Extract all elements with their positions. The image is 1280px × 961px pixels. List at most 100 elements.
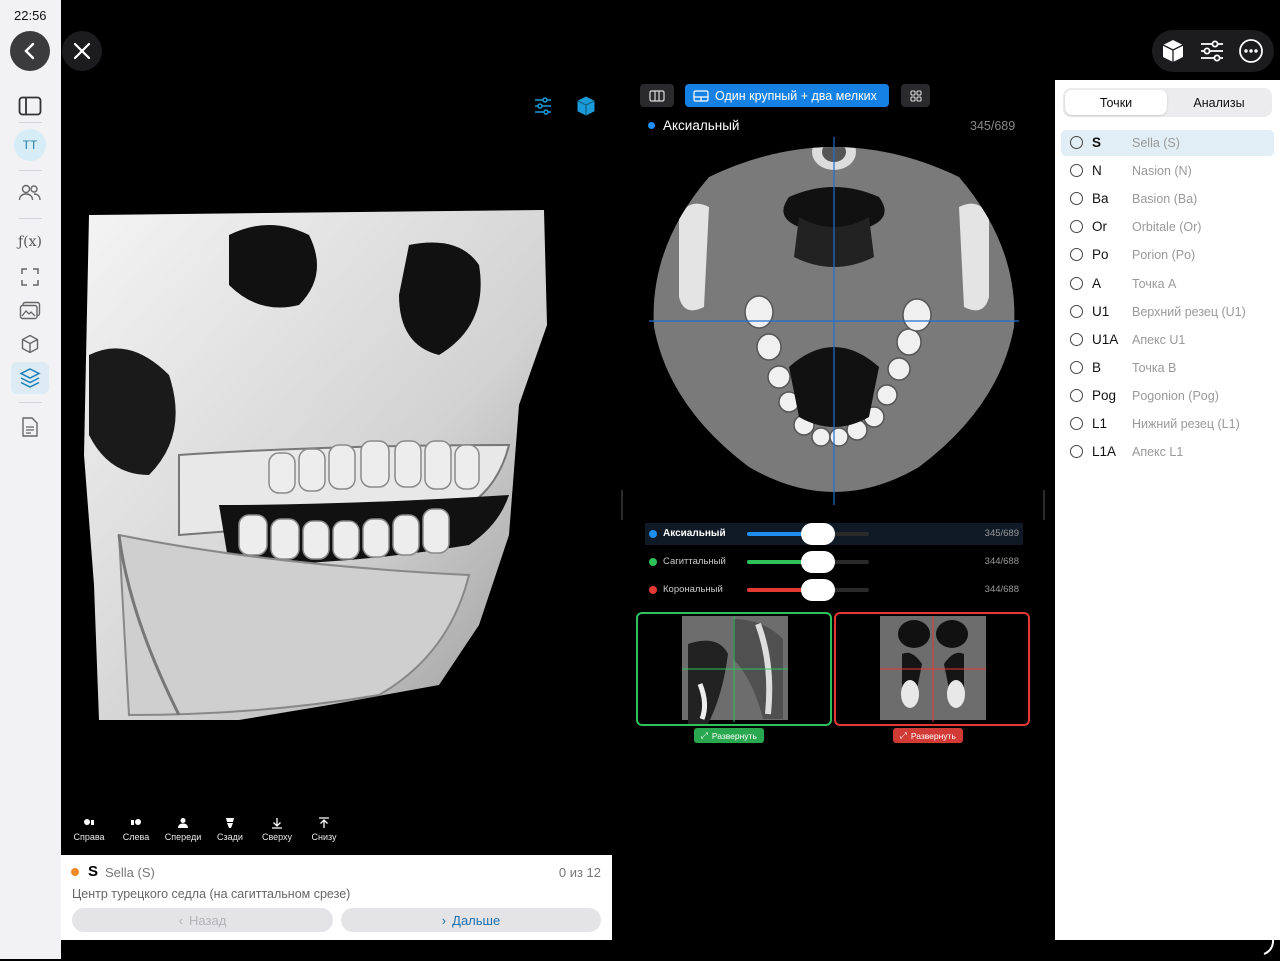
function-icon[interactable]: ƒ(x) <box>15 227 45 257</box>
expand-sagittal-button[interactable]: ⤢ Развернуть <box>694 728 764 743</box>
coronal-slider-knob[interactable] <box>801 579 835 601</box>
chevron-right-icon: › <box>441 912 447 928</box>
point-code: L1A <box>1092 444 1117 460</box>
point-radio[interactable] <box>1070 136 1083 149</box>
layers-icon[interactable] <box>15 363 45 393</box>
point-row-or[interactable]: Or Orbitale (Or) <box>1061 214 1274 240</box>
point-name: Basion (Ba) <box>1132 192 1198 207</box>
coronal-slider-fill <box>747 588 808 592</box>
point-code: Pog <box>1092 387 1117 403</box>
point-radio[interactable] <box>1070 304 1083 318</box>
axial-slice-view[interactable] <box>649 137 1019 505</box>
view-left-button[interactable]: Слева <box>113 817 159 842</box>
point-code: S <box>1092 135 1102 150</box>
sagittal-slider-dot <box>649 558 657 566</box>
axial-slider-row[interactable]: Аксиальный 345/689 <box>645 523 1023 545</box>
point-radio[interactable] <box>1070 360 1083 374</box>
resize-corner-icon <box>1263 937 1275 955</box>
point-code: N <box>1092 163 1102 179</box>
point-name: Nasion (N) <box>1132 164 1192 179</box>
cube-view-icon[interactable] <box>1160 38 1186 69</box>
point-row-pog[interactable]: Pog Pogonion (Pog) <box>1061 383 1274 409</box>
point-row-l1a[interactable]: L1A Апекс L1 <box>1061 439 1274 465</box>
cube-render-icon[interactable] <box>575 95 597 122</box>
panel-divider[interactable] <box>621 490 623 520</box>
chevron-left-icon: ‹ <box>178 912 184 928</box>
coronal-slider-row[interactable]: Корональный 344/688 <box>645 579 1023 601</box>
next-step-button[interactable]: › Дальше <box>341 908 601 932</box>
axial-slider-track[interactable] <box>747 523 869 545</box>
resize-handle[interactable] <box>1262 936 1276 956</box>
view-bottom-button[interactable]: Снизу <box>301 817 347 842</box>
back-step-button[interactable]: ‹ Назад <box>72 908 333 932</box>
tab-points[interactable]: Точки <box>1065 90 1167 115</box>
point-radio[interactable] <box>1070 388 1083 402</box>
tab-analyses[interactable]: Анализы <box>1168 90 1270 115</box>
point-row-po[interactable]: Po Porion (Po) <box>1061 242 1274 268</box>
point-radio[interactable] <box>1070 276 1083 290</box>
point-radio[interactable] <box>1070 417 1083 430</box>
users-icon[interactable] <box>15 178 45 208</box>
gallery-icon[interactable] <box>15 296 45 326</box>
person-back-icon <box>226 818 234 828</box>
cube-icon[interactable] <box>15 329 45 359</box>
person-front-icon <box>178 818 188 828</box>
axial-slider-knob[interactable] <box>801 523 835 545</box>
columns-icon <box>649 89 665 102</box>
left-sidebar: 22:56 TT ƒ(x) <box>0 0 61 959</box>
view-bottom-label: Снизу <box>311 832 337 842</box>
close-button[interactable] <box>62 31 102 71</box>
view-left-label: Слева <box>122 832 150 842</box>
point-row-a[interactable]: A Точка A <box>1061 271 1274 297</box>
point-row-u1a[interactable]: U1A Апекс U1 <box>1061 327 1274 353</box>
point-row-l1[interactable]: L1 Нижний резец (L1) <box>1061 411 1274 437</box>
viewport-3d[interactable]: Справа Слева Спереди Сзади Сверху Снизу <box>61 80 612 855</box>
render-settings-icon[interactable] <box>533 96 553 121</box>
coronal-mini-view[interactable] <box>834 612 1030 726</box>
coronal-slider-track[interactable] <box>747 579 869 601</box>
panel-divider[interactable] <box>1043 490 1045 520</box>
grid-layout-button[interactable] <box>901 84 930 107</box>
point-code: A <box>1092 275 1102 291</box>
sliders-icon[interactable] <box>1199 39 1225 68</box>
status-time: 22:56 <box>14 8 47 23</box>
view-top-button[interactable]: Сверху <box>254 817 300 842</box>
expand-coronal-button[interactable]: ⤢ Развернуть <box>893 728 963 743</box>
axial-slider-label: Аксиальный <box>663 528 726 539</box>
point-radio[interactable] <box>1070 164 1083 178</box>
sidebar-toggle-icon[interactable] <box>15 91 45 121</box>
point-radio[interactable] <box>1070 220 1083 234</box>
axial-color-dot <box>648 122 655 129</box>
coronal-slice-image <box>880 616 986 722</box>
point-code: Po <box>1092 247 1109 263</box>
point-radio[interactable] <box>1070 248 1083 262</box>
layout-one-large-two-small-button[interactable]: Один крупный + два мелких <box>685 84 889 107</box>
document-icon[interactable] <box>15 412 45 442</box>
point-radio[interactable] <box>1070 332 1083 346</box>
point-radio[interactable] <box>1070 445 1083 459</box>
point-name: Апекс L1 <box>1132 445 1184 460</box>
avatar[interactable]: TT <box>14 129 46 161</box>
sagittal-mini-view[interactable] <box>636 612 832 726</box>
sagittal-slider-label: Сагиттальный <box>663 556 726 567</box>
sagittal-slider-row[interactable]: Сагиттальный 344/688 <box>645 551 1023 573</box>
view-front-button[interactable]: Спереди <box>160 817 206 842</box>
point-row-n[interactable]: N Nasion (N) <box>1061 158 1274 184</box>
chevron-left-icon <box>24 42 35 60</box>
more-icon[interactable] <box>1238 38 1264 69</box>
view-back-button[interactable]: Сзади <box>207 817 253 842</box>
sagittal-slider-knob[interactable] <box>801 551 835 573</box>
sagittal-slice-image <box>682 616 788 724</box>
sagittal-slider-track[interactable] <box>747 551 869 573</box>
point-row-ba[interactable]: Ba Basion (Ba) <box>1061 186 1274 212</box>
layout-icon <box>693 89 709 102</box>
back-button[interactable] <box>10 31 50 71</box>
fullscreen-icon[interactable] <box>15 262 45 292</box>
point-radio[interactable] <box>1070 192 1083 206</box>
point-row-b[interactable]: B Точка B <box>1061 355 1274 381</box>
point-row-s[interactable]: S Sella (S) <box>1061 130 1274 156</box>
columns-layout-button[interactable] <box>640 84 674 107</box>
point-row-u1[interactable]: U1 Верхний резец (U1) <box>1061 299 1274 325</box>
view-right-button[interactable]: Справа <box>66 817 112 842</box>
view-back-label: Сзади <box>217 832 243 842</box>
